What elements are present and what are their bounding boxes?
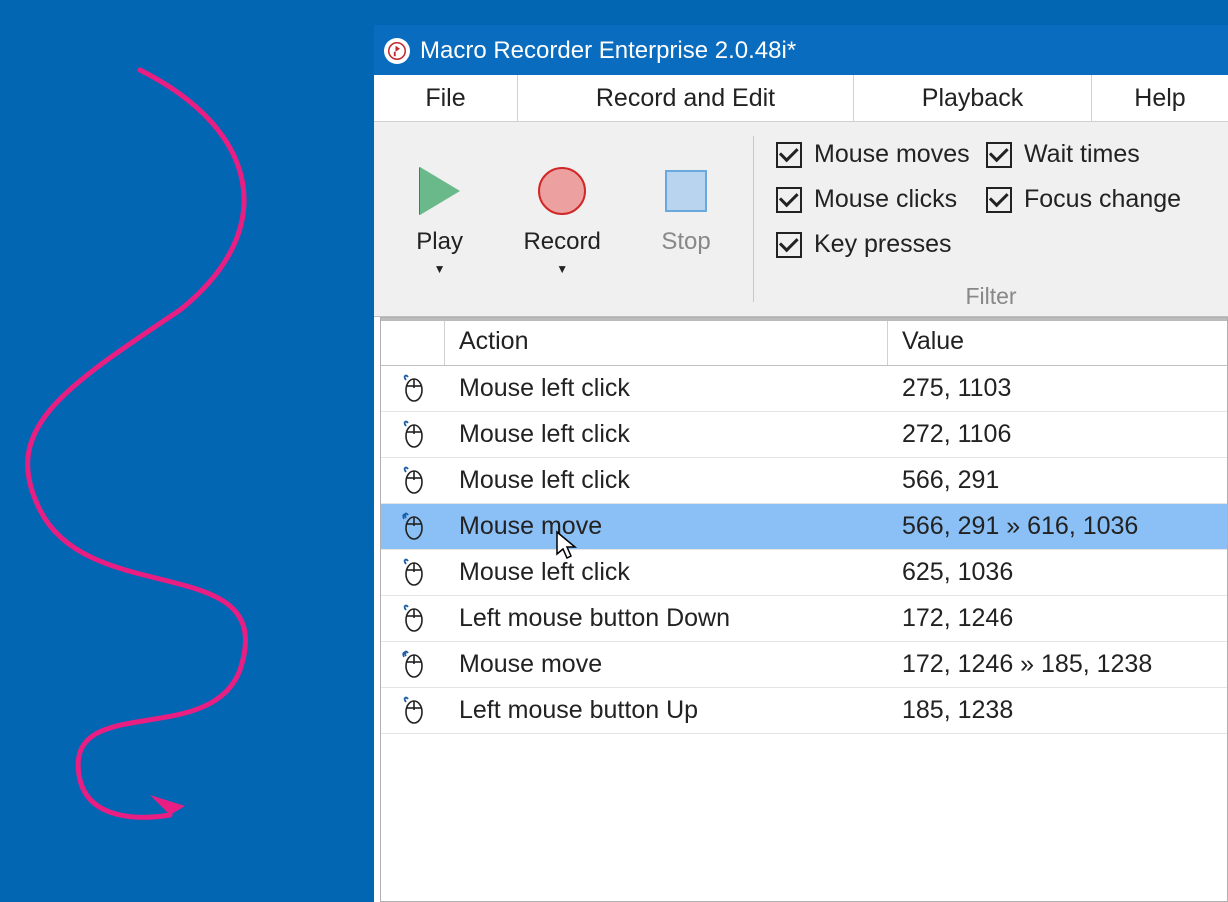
col-action[interactable]: Action <box>445 318 888 365</box>
menu-playback[interactable]: Playback <box>854 75 1092 121</box>
mouse-icon <box>381 604 445 634</box>
chevron-down-icon: ▼ <box>556 262 568 276</box>
cell-action: Mouse move <box>445 512 888 541</box>
stop-icon <box>665 170 707 212</box>
playback-controls: Play ▼ Record ▼ Stop ▼ <box>374 136 754 302</box>
table-header: Action Value <box>381 318 1227 366</box>
toolbar: Play ▼ Record ▼ Stop ▼ Mouse moves Wait … <box>374 122 1228 317</box>
table-body: Mouse left click275, 1103Mouse left clic… <box>381 366 1227 901</box>
mouse-icon <box>381 558 445 588</box>
menu-help[interactable]: Help <box>1092 75 1228 121</box>
cell-value: 185, 1238 <box>888 696 1227 725</box>
col-value[interactable]: Value <box>888 318 1227 365</box>
cell-value: 566, 291 <box>888 466 1227 495</box>
window-title: Macro Recorder Enterprise 2.0.48i* <box>420 37 796 65</box>
mouse-icon <box>381 650 445 680</box>
cell-action: Mouse left click <box>445 466 888 495</box>
menu-file[interactable]: File <box>374 75 518 121</box>
macro-table: Action Value Mouse left click275, 1103Mo… <box>380 317 1228 902</box>
app-icon <box>384 38 410 64</box>
checkbox-icon <box>776 142 802 168</box>
cell-value: 625, 1036 <box>888 558 1227 587</box>
cell-value: 172, 1246 » 185, 1238 <box>888 650 1227 679</box>
table-row[interactable]: Mouse left click625, 1036 <box>381 550 1227 596</box>
cell-action: Left mouse button Up <box>445 696 888 725</box>
checkbox-icon <box>776 232 802 258</box>
stop-label: Stop <box>661 228 710 256</box>
record-button[interactable]: Record ▼ <box>523 162 600 276</box>
stop-button[interactable]: Stop ▼ <box>661 162 710 276</box>
cell-value: 566, 291 » 616, 1036 <box>888 512 1227 541</box>
record-label: Record <box>523 228 600 256</box>
cell-value: 275, 1103 <box>888 374 1227 403</box>
play-icon <box>420 167 460 215</box>
check-mouse-moves[interactable]: Mouse moves <box>776 140 976 169</box>
annotation-squiggle <box>0 50 374 870</box>
col-icon[interactable] <box>381 318 445 365</box>
play-label: Play <box>416 228 463 256</box>
check-wait-times[interactable]: Wait times <box>986 140 1216 169</box>
cell-value: 172, 1246 <box>888 604 1227 633</box>
mouse-icon <box>381 512 445 542</box>
check-focus-change[interactable]: Focus change <box>986 185 1216 214</box>
cell-action: Mouse left click <box>445 374 888 403</box>
check-mouse-clicks[interactable]: Mouse clicks <box>776 185 976 214</box>
table-row[interactable]: Left mouse button Down172, 1246 <box>381 596 1227 642</box>
table-row[interactable]: Mouse left click566, 291 <box>381 458 1227 504</box>
checkbox-icon <box>776 187 802 213</box>
table-row[interactable]: Mouse left click272, 1106 <box>381 412 1227 458</box>
chevron-down-icon: ▼ <box>434 262 446 276</box>
mouse-icon <box>381 696 445 726</box>
table-row[interactable]: Left mouse button Up185, 1238 <box>381 688 1227 734</box>
play-button[interactable]: Play ▼ <box>416 162 463 276</box>
macro-table-wrap: Action Value Mouse left click275, 1103Mo… <box>374 317 1228 902</box>
cell-action: Mouse left click <box>445 558 888 587</box>
record-icon <box>538 167 586 215</box>
filter-panel: Mouse moves Wait times Mouse clicks Focu… <box>754 122 1228 316</box>
cell-action: Mouse left click <box>445 420 888 449</box>
mouse-icon <box>381 420 445 450</box>
table-row[interactable]: Mouse left click275, 1103 <box>381 366 1227 412</box>
checkbox-icon <box>986 142 1012 168</box>
cell-action: Left mouse button Down <box>445 604 888 633</box>
table-row[interactable]: Mouse move566, 291 » 616, 1036 <box>381 504 1227 550</box>
menubar: File Record and Edit Playback Help <box>374 75 1228 122</box>
checkbox-icon <box>986 187 1012 213</box>
cell-action: Mouse move <box>445 650 888 679</box>
check-key-presses[interactable]: Key presses <box>776 230 976 259</box>
table-row[interactable]: Mouse move172, 1246 » 185, 1238 <box>381 642 1227 688</box>
cell-value: 272, 1106 <box>888 420 1227 449</box>
app-window: Macro Recorder Enterprise 2.0.48i* File … <box>374 25 1228 902</box>
filter-section-label: Filter <box>965 283 1016 310</box>
mouse-icon <box>381 466 445 496</box>
titlebar[interactable]: Macro Recorder Enterprise 2.0.48i* <box>374 26 1228 75</box>
menu-record-edit[interactable]: Record and Edit <box>518 75 854 121</box>
mouse-icon <box>381 374 445 404</box>
